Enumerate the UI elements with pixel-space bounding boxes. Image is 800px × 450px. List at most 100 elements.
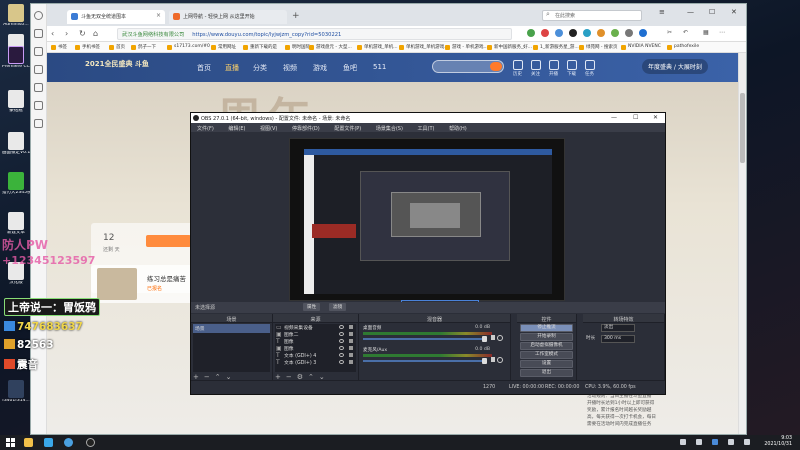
- game-icon[interactable]: [34, 119, 43, 128]
- extension-icon[interactable]: [569, 29, 577, 37]
- settings-button[interactable]: 设置: [520, 360, 573, 368]
- bookmark-item[interactable]: 单机游戏_单机...: [357, 44, 398, 50]
- refresh-icon[interactable]: ↻: [79, 29, 86, 38]
- extension-icon[interactable]: [611, 29, 619, 37]
- extension-icon[interactable]: [625, 29, 633, 37]
- file-explorer-icon[interactable]: [24, 438, 33, 447]
- new-tab-button[interactable]: +: [292, 11, 300, 21]
- history-icon[interactable]: [34, 47, 43, 56]
- bookmark-item[interactable]: 游戏盘元 - 大型...: [309, 44, 352, 50]
- source-item[interactable]: T 文本 (GDI+) 3: [275, 359, 356, 366]
- source-item[interactable]: T 图像: [275, 338, 356, 345]
- download-icon[interactable]: [34, 65, 43, 74]
- stop-streaming-button[interactable]: 停止推流: [520, 324, 573, 332]
- desktop-icon-2345[interactable]: 猎刃大2345视频: [2, 172, 30, 196]
- source-item[interactable]: ▣ 图像: [275, 345, 356, 352]
- edge-icon[interactable]: [64, 438, 73, 447]
- extension-icon[interactable]: [583, 29, 591, 37]
- tab-search-input[interactable]: 在此搜索: [542, 10, 642, 21]
- douyu-banner[interactable]: 年度盛典 / 大展时刻: [642, 59, 708, 74]
- lock-icon[interactable]: [349, 353, 353, 357]
- volume-slider[interactable]: [363, 336, 487, 342]
- task-icon[interactable]: 任务: [584, 60, 595, 77]
- checkin-button[interactable]: [146, 235, 191, 247]
- bookmark-item[interactable]: 首页: [109, 44, 125, 50]
- eye-icon[interactable]: [339, 353, 344, 357]
- broadcast-icon[interactable]: 开播: [548, 60, 559, 77]
- profile-icon[interactable]: [34, 11, 43, 20]
- scene-item[interactable]: 场景: [193, 324, 270, 333]
- lock-icon[interactable]: [349, 360, 353, 364]
- bookmark-item[interactable]: NVIDIA NVENC: [621, 44, 661, 50]
- desktop-icon-text[interactable]: 新建文本: [2, 212, 30, 236]
- extension-icon[interactable]: [555, 29, 563, 37]
- start-icon[interactable]: [6, 438, 15, 447]
- nav-yuba[interactable]: 鱼吧: [343, 63, 357, 73]
- close-icon[interactable]: ✕: [653, 114, 658, 121]
- more-icon[interactable]: ⋯: [719, 29, 725, 36]
- nav-category[interactable]: 分类: [253, 63, 267, 73]
- desktop-icon-premiere[interactable]: Premiere CC2019: [2, 46, 30, 70]
- bookmark-item[interactable]: 明时国际: [285, 44, 310, 50]
- obs-preview[interactable]: [191, 132, 665, 313]
- clock[interactable]: 9:03 2021/10/31: [764, 436, 792, 448]
- bookmark-item[interactable]: 常用网址: [211, 44, 236, 50]
- maximize-icon[interactable]: ☐: [633, 114, 638, 121]
- desktop-icon-f3401[interactable]: f3401f314...: [2, 380, 30, 404]
- tab-nav[interactable]: 上网导航 - 轻快上网 从这里开始: [169, 10, 287, 24]
- bookmark-item[interactable]: 1_新游服务星_游...: [533, 44, 579, 50]
- bookmark-item[interactable]: 鸽子一下: [131, 44, 156, 50]
- scrollbar-thumb[interactable]: [740, 93, 745, 163]
- back-icon[interactable]: ‹: [51, 29, 54, 38]
- extension-icon[interactable]: [541, 29, 549, 37]
- source-item[interactable]: ▣ 图像二: [275, 331, 356, 338]
- desktop-icon-administrator[interactable]: Administr...: [2, 4, 30, 28]
- properties-button[interactable]: 属性: [303, 303, 321, 311]
- maximize-icon[interactable]: ☐: [709, 8, 715, 16]
- minimize-icon[interactable]: —: [611, 114, 617, 121]
- volume-slider[interactable]: [363, 358, 487, 364]
- extension-icon[interactable]: [527, 29, 535, 37]
- bookmark-item[interactable]: 手机书签: [75, 44, 100, 50]
- lock-icon[interactable]: [349, 325, 353, 329]
- tab-douyu[interactable]: 斗鱼无双全统道围本 ×: [67, 10, 165, 24]
- duration-input[interactable]: 300 ms: [601, 335, 635, 343]
- nav-video[interactable]: 视频: [283, 63, 297, 73]
- source-item[interactable]: ▭ 视频采集设备: [275, 324, 356, 331]
- bookmark-item[interactable]: 新中国新服务_好...: [487, 44, 532, 50]
- nav-game[interactable]: 游戏: [313, 63, 327, 73]
- eye-icon[interactable]: [339, 339, 344, 343]
- close-icon[interactable]: ×: [156, 12, 161, 19]
- bookmark-item[interactable]: 重新下载的是: [243, 44, 277, 50]
- url-field[interactable]: 武汉斗鱼网络科技有限公司 https://www.douyu.com/topic/…: [117, 28, 512, 40]
- slider-handle[interactable]: [482, 358, 487, 364]
- transition-select[interactable]: 淡出: [601, 324, 635, 332]
- menu-icon[interactable]: ≡: [659, 8, 665, 16]
- mail-icon[interactable]: [34, 101, 43, 110]
- follow-icon[interactable]: 关注: [530, 60, 541, 77]
- nav-511[interactable]: 511: [373, 63, 386, 71]
- lock-icon[interactable]: [349, 346, 353, 350]
- bookmark-item[interactable]: 绿苑网 - 搜索页: [579, 44, 617, 50]
- filters-button[interactable]: 滤镜: [329, 303, 347, 311]
- start-recording-button[interactable]: 开始录制: [520, 333, 573, 341]
- source-item[interactable]: T 文本 (GDI+) 4: [275, 352, 356, 359]
- lock-icon[interactable]: [349, 339, 353, 343]
- exit-button[interactable]: 退出: [520, 369, 573, 377]
- language-icon[interactable]: [744, 439, 750, 445]
- extension-icon[interactable]: [597, 29, 605, 37]
- browser-icon[interactable]: [44, 438, 53, 447]
- nav-live[interactable]: 直播: [225, 63, 239, 73]
- minimize-icon[interactable]: —: [687, 8, 694, 16]
- ime-icon[interactable]: [728, 439, 734, 445]
- gear-icon[interactable]: [497, 357, 503, 363]
- lock-icon[interactable]: [349, 332, 353, 336]
- desktop-icon-haozuan[interactable]: 豪钻瓶: [2, 90, 30, 114]
- undo-icon[interactable]: ↶: [683, 29, 688, 36]
- douyu-search-input[interactable]: [432, 60, 504, 73]
- star-icon[interactable]: [34, 29, 43, 38]
- speaker-icon[interactable]: [491, 335, 495, 340]
- bookmark-item[interactable]: 单机游戏_单机游戏...: [399, 44, 449, 50]
- bookmark-item[interactable]: 书签: [51, 44, 67, 50]
- bookmark-item[interactable]: pathofexile: [667, 44, 699, 50]
